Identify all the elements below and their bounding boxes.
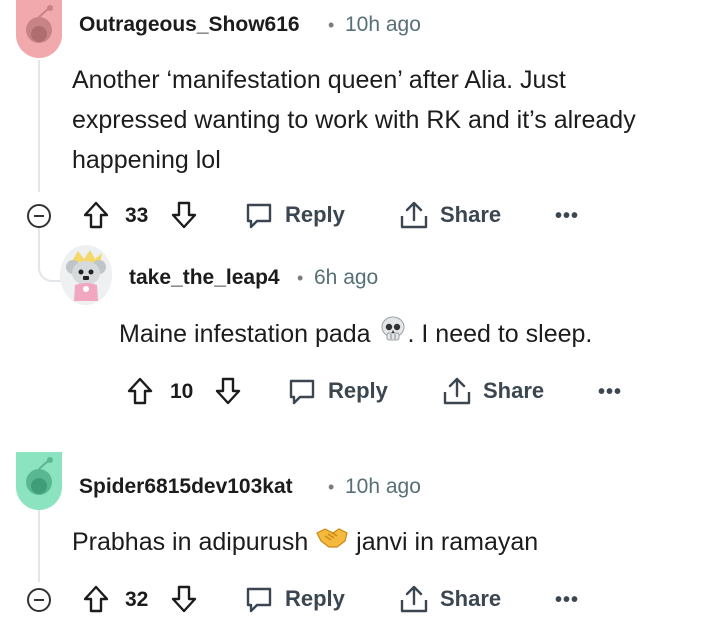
- share-button[interactable]: Share: [398, 583, 501, 615]
- upvote-arrow-icon: [83, 201, 109, 229]
- comment-bubble-icon: [246, 587, 272, 613]
- avatar[interactable]: [16, 0, 62, 58]
- share-icon: [400, 201, 428, 229]
- collapse-button[interactable]: [27, 588, 51, 612]
- downvote-arrow-icon: [215, 377, 241, 405]
- downvote-arrow-icon: [171, 201, 197, 229]
- upvote-button[interactable]: [82, 584, 110, 614]
- more-options-button[interactable]: •••: [555, 589, 579, 612]
- more-options-button[interactable]: •••: [598, 381, 622, 404]
- reply-label: Reply: [285, 202, 345, 227]
- snoo-avatar-icon: [66, 250, 106, 301]
- downvote-button[interactable]: [170, 200, 198, 230]
- comment-text: . I need to sleep.: [407, 320, 593, 348]
- share-button[interactable]: Share: [441, 375, 544, 407]
- downvote-arrow-icon: [171, 585, 197, 613]
- downvote-button[interactable]: [170, 584, 198, 614]
- username[interactable]: Spider6815dev103kat: [79, 475, 293, 499]
- share-icon: [400, 585, 428, 613]
- more-options-button[interactable]: •••: [555, 205, 579, 228]
- upvote-button[interactable]: [82, 200, 110, 230]
- comment-body: Maine infestation pada . I need to sleep…: [119, 314, 709, 356]
- comment-bubble-icon: [289, 379, 315, 405]
- comment-body: Prabhas in adipurush janvi in ramayan: [72, 522, 702, 563]
- downvote-button[interactable]: [214, 376, 242, 406]
- avatar[interactable]: [16, 452, 62, 510]
- separator-dot: •: [297, 268, 304, 288]
- username[interactable]: Outrageous_Show616: [79, 13, 300, 37]
- share-icon: [443, 377, 471, 405]
- avatar[interactable]: [60, 245, 112, 305]
- vote-count: 33: [125, 204, 149, 227]
- comment-text: Maine infestation pada: [119, 320, 378, 348]
- share-button[interactable]: Share: [398, 199, 501, 231]
- comment-text: Prabhas in adipurush: [72, 528, 316, 556]
- comment-line: happening lol: [72, 146, 221, 174]
- timestamp[interactable]: 6h ago: [314, 266, 378, 290]
- timestamp[interactable]: 10h ago: [345, 475, 421, 499]
- comment-bubble-icon: [246, 203, 272, 229]
- thread-line: [38, 60, 40, 192]
- handshake-emoji-icon: [315, 523, 349, 563]
- comment-body: Another ‘manifestation queen’ after Alia…: [72, 60, 702, 180]
- reply-label: Reply: [285, 586, 345, 611]
- reply-button[interactable]: Reply: [243, 583, 345, 615]
- username[interactable]: take_the_leap4: [129, 266, 280, 290]
- share-label: Share: [440, 202, 502, 227]
- separator-dot: •: [328, 15, 335, 35]
- separator-dot: •: [328, 477, 335, 497]
- share-label: Share: [440, 586, 502, 611]
- reply-button[interactable]: Reply: [286, 375, 388, 407]
- upvote-arrow-icon: [127, 377, 153, 405]
- snoo-avatar-icon: [26, 5, 53, 43]
- vote-count: 32: [125, 588, 149, 611]
- collapse-button[interactable]: [27, 204, 51, 228]
- thread-line: [38, 510, 40, 582]
- skull-emoji-icon: [378, 314, 408, 356]
- timestamp[interactable]: 10h ago: [345, 13, 421, 37]
- reply-label: Reply: [328, 378, 388, 403]
- comment-text: janvi in ramayan: [349, 528, 539, 556]
- upvote-arrow-icon: [83, 585, 109, 613]
- share-label: Share: [483, 378, 545, 403]
- upvote-button[interactable]: [126, 376, 154, 406]
- comment-line: Another ‘manifestation queen’ after Alia…: [72, 66, 566, 94]
- vote-count: 10: [170, 380, 194, 403]
- snoo-avatar-icon: [26, 457, 53, 495]
- reply-button[interactable]: Reply: [243, 199, 345, 231]
- comment-line: expressed wanting to work with RK and it…: [72, 106, 636, 134]
